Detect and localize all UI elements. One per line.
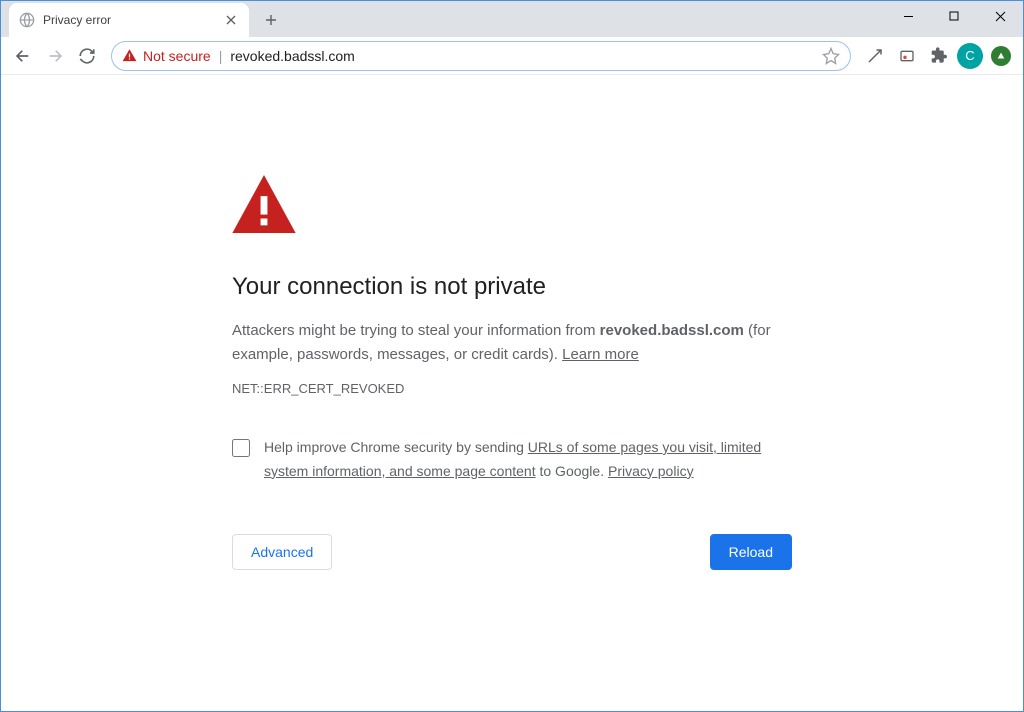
warning-triangle-icon [122,48,137,63]
security-indicator[interactable]: Not secure [122,48,211,64]
avatar-letter: C [965,48,974,63]
maximize-button[interactable] [931,1,977,31]
advanced-button[interactable]: Advanced [232,534,332,570]
window-controls [885,1,1023,37]
learn-more-link[interactable]: Learn more [562,346,639,363]
separator: | [219,48,223,64]
reload-page-button[interactable]: Reload [710,534,792,570]
close-window-button[interactable] [977,1,1023,31]
warning-triangle-icon [232,175,792,233]
safe-browsing-optin: Help improve Chrome security by sending … [232,436,792,484]
tab-title: Privacy error [43,13,223,27]
extensions-puzzle-icon[interactable] [925,42,953,70]
menu-button[interactable] [987,42,1015,70]
globe-icon [19,12,35,28]
toolbar: Not secure | C [1,37,1023,75]
browser-window: Privacy error Not secure [0,0,1024,712]
optin-checkbox[interactable] [232,439,250,457]
forward-button[interactable] [41,42,69,70]
minimize-button[interactable] [885,1,931,31]
tab-strip: Privacy error [1,1,1023,37]
error-code: NET::ERR_CERT_REVOKED [232,381,792,396]
page-content: Your connection is not private Attackers… [1,75,1023,711]
extension-icon-1[interactable] [861,42,889,70]
new-tab-button[interactable] [257,6,285,34]
extension-icon-2[interactable] [893,42,921,70]
button-row: Advanced Reload [232,534,792,570]
error-description: Attackers might be trying to steal your … [232,319,792,367]
url-input[interactable] [230,48,814,64]
profile-avatar[interactable]: C [957,43,983,69]
back-button[interactable] [9,42,37,70]
close-tab-icon[interactable] [223,12,239,28]
ssl-error-interstitial: Your connection is not private Attackers… [212,175,812,570]
optin-text: Help improve Chrome security by sending … [264,436,792,484]
error-host: revoked.badssl.com [600,322,744,339]
bookmark-star-icon[interactable] [822,47,840,65]
error-heading: Your connection is not private [232,273,792,301]
security-label: Not secure [143,48,211,64]
reload-button[interactable] [73,42,101,70]
address-bar[interactable]: Not secure | [111,41,851,71]
browser-tab[interactable]: Privacy error [9,3,249,37]
privacy-policy-link[interactable]: Privacy policy [608,463,694,479]
